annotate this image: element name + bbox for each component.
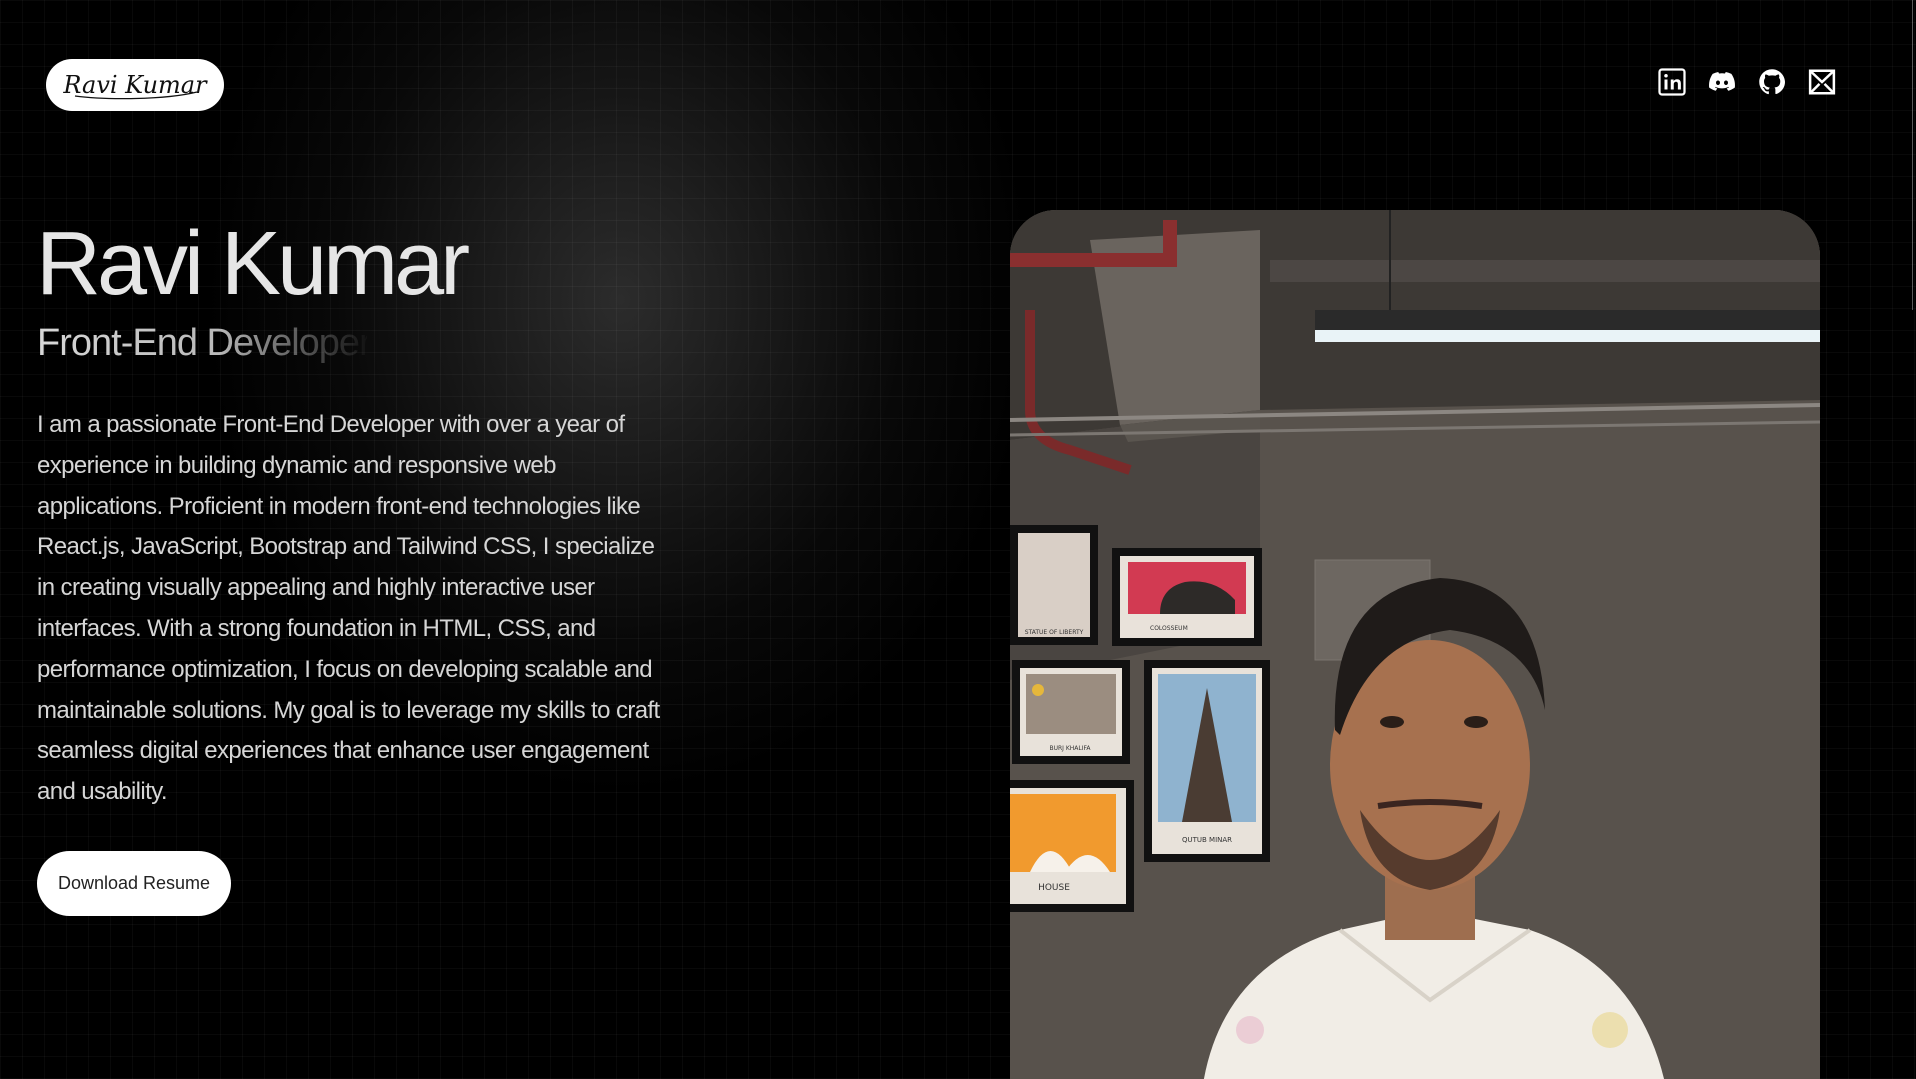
download-resume-button[interactable]: Download Resume: [37, 851, 231, 916]
svg-text:BURJ KHALIFA: BURJ KHALIFA: [1049, 745, 1091, 752]
linkedin-icon[interactable]: [1656, 66, 1688, 98]
logo[interactable]: Ravi Kumar: [46, 59, 224, 111]
mail-icon[interactable]: [1806, 66, 1838, 98]
hero-name: Ravi Kumar: [36, 214, 470, 314]
portfolio-page: Ravi Kumar Ravi Kumar Front-End Develope…: [0, 0, 1916, 1079]
scrollbar-edge: [1912, 0, 1913, 310]
svg-text:COLOSSEUM: COLOSSEUM: [1150, 625, 1188, 632]
hero-bio: I am a passionate Front-End Developer wi…: [37, 411, 660, 806]
hero-role: Front-End Developer: [37, 322, 367, 364]
profile-photo: STATUE OF LIBERTY COLOSSEUM BURJ KHALIFA…: [1010, 210, 1820, 1079]
discord-icon[interactable]: [1706, 66, 1738, 98]
svg-text:HOUSE: HOUSE: [1038, 883, 1070, 893]
profile-photo-illustration: STATUE OF LIBERTY COLOSSEUM BURJ KHALIFA…: [1010, 210, 1820, 1079]
github-icon[interactable]: [1756, 66, 1788, 98]
signature-logo: Ravi Kumar: [62, 71, 208, 100]
social-links: [1656, 66, 1838, 98]
svg-text:STATUE OF LIBERTY: STATUE OF LIBERTY: [1025, 629, 1084, 636]
svg-text:QUTUB MINAR: QUTUB MINAR: [1182, 836, 1232, 844]
